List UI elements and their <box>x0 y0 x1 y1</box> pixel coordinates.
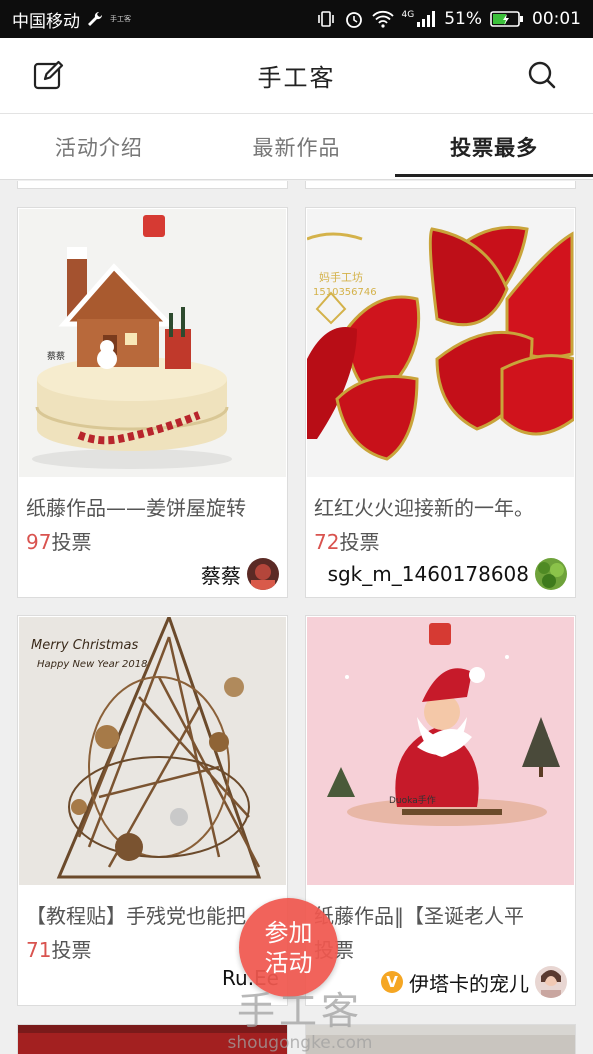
work-image-rattan-tree[interactable]: Merry Christmas Happy New Year 2018 <box>19 617 286 885</box>
watermark-chinese: 手工客 <box>236 989 363 1033</box>
work-title: 纸藤作品‖【圣诞老人平 <box>314 904 524 928</box>
site-watermark: 手工客 shougongke.com <box>200 980 400 1053</box>
notification-text: 手工客 <box>110 15 131 23</box>
work-card[interactable]: Duoka手作 纸藤作品‖【圣诞老人平 投票 V 伊塔卡的宠儿 <box>305 615 576 1006</box>
vote-number: 72 <box>314 530 340 554</box>
network-type: 4G <box>401 10 415 20</box>
edit-button[interactable] <box>32 60 66 94</box>
work-image-santa[interactable]: Duoka手作 <box>307 617 574 885</box>
avatar[interactable] <box>535 966 567 998</box>
image-watermark-label: 妈手工坊 <box>319 270 363 284</box>
wifi-icon <box>371 10 394 28</box>
tab-latest-works[interactable]: 最新作品 <box>198 114 396 179</box>
previous-card-bottom <box>305 181 576 189</box>
watermark-domain: shougongke.com <box>227 1033 373 1053</box>
app-header: 手工客 <box>0 38 593 114</box>
image-greeting-line2: Happy New Year 2018 <box>37 659 147 670</box>
search-button[interactable] <box>525 60 559 94</box>
tab-most-votes[interactable]: 投票最多 <box>395 114 593 179</box>
image-watermark-label: 蔡蔡 <box>47 350 65 362</box>
author[interactable]: V 伊塔卡的宠儿 <box>381 966 567 998</box>
work-card[interactable]: 妈手工坊 1510356746 红红火火迎接新的一年。 72投票 sgk_m_1… <box>305 207 576 598</box>
image-brand-label: Duoka手作 <box>389 794 436 806</box>
previous-card-bottom <box>17 181 288 189</box>
status-bar: 中国移动 手工客 4G 51% 00:01 <box>0 0 593 38</box>
author-name: sgk_m_1460178608 <box>327 562 529 586</box>
signal-icon <box>416 10 436 28</box>
work-title: 纸藤作品——姜饼屋旋转 <box>26 496 246 520</box>
vote-suffix: 投票 <box>339 530 380 554</box>
work-title: 红红火火迎接新的一年。 <box>314 496 534 520</box>
join-label-line2: 活动 <box>264 948 313 977</box>
vote-count: 97投票 <box>26 526 91 555</box>
author-name: 蔡蔡 <box>201 563 241 588</box>
alarm-icon <box>344 9 364 29</box>
tab-activity-intro[interactable]: 活动介绍 <box>0 114 198 179</box>
author-name: 伊塔卡的宠儿 <box>409 971 529 996</box>
vote-suffix: 投票 <box>51 938 92 962</box>
clock: 00:01 <box>532 9 581 29</box>
edit-icon <box>32 58 66 96</box>
wrench-icon <box>86 10 104 28</box>
image-watermark-number: 1510356746 <box>313 287 377 298</box>
avatar[interactable] <box>535 558 567 590</box>
work-image-gingerbread-house[interactable]: 蔡蔡 <box>19 209 286 477</box>
author[interactable]: 蔡蔡 <box>201 558 279 590</box>
vote-count: 72投票 <box>314 526 379 555</box>
page-title: 手工客 <box>257 64 336 92</box>
vote-count: 71投票 <box>26 934 91 963</box>
avatar[interactable] <box>247 558 279 590</box>
work-image-red-petals[interactable]: 妈手工坊 1510356746 <box>307 209 574 477</box>
vote-number: 97 <box>26 530 52 554</box>
tab-bar: 活动介绍 最新作品 投票最多 <box>0 114 593 180</box>
vibrate-icon <box>316 10 336 28</box>
author[interactable]: sgk_m_1460178608 <box>328 558 567 590</box>
image-greeting-line1: Merry Christmas <box>31 638 139 653</box>
search-icon <box>527 60 557 94</box>
battery-charging-icon <box>490 10 524 28</box>
vote-number: 71 <box>26 938 52 962</box>
join-label-line1: 参加 <box>264 918 313 947</box>
carrier-label: 中国移动 <box>12 11 80 32</box>
vote-suffix: 投票 <box>51 530 92 554</box>
work-card[interactable]: 蔡蔡 纸藤作品——姜饼屋旋转 97投票 蔡蔡 <box>17 207 288 598</box>
battery-percent: 51% <box>444 9 482 29</box>
